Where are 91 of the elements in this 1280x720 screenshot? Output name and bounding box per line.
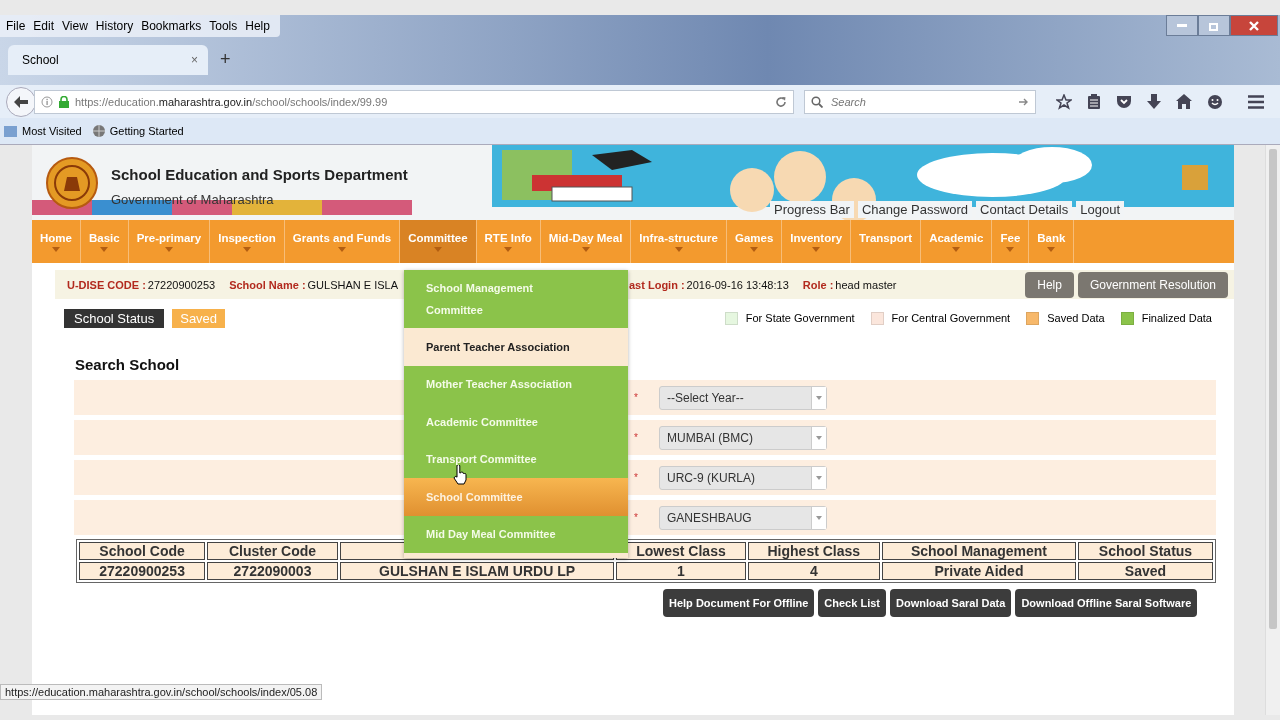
table-cell: Saved xyxy=(1078,562,1213,580)
globe-icon xyxy=(91,124,106,138)
legend-label: For Central Government xyxy=(891,312,1011,324)
department-subtitle: Government of Maharashtra xyxy=(111,192,274,207)
header-link[interactable]: Progress Bar xyxy=(770,201,854,218)
legend-label: Finalized Data xyxy=(1141,312,1212,324)
pocket-icon[interactable] xyxy=(1116,94,1132,109)
required-mark: * xyxy=(634,392,639,403)
scrollbar[interactable] xyxy=(1265,145,1280,715)
table-cell: GULSHAN E ISLAM URDU LP xyxy=(339,562,615,580)
caret-icon xyxy=(816,475,822,480)
browser-tab[interactable]: School × xyxy=(8,45,208,75)
header-link[interactable]: Change Password xyxy=(857,201,973,218)
legend-label: For State Government xyxy=(745,312,855,324)
back-arrow-icon xyxy=(14,95,28,108)
hand-cursor-icon xyxy=(453,465,467,485)
search-icon xyxy=(811,95,823,108)
required-mark: * xyxy=(634,432,639,443)
chat-icon[interactable] xyxy=(1207,93,1223,110)
clipboard-icon[interactable] xyxy=(1087,93,1101,110)
department-title: School Education and Sports Department xyxy=(111,166,408,183)
select-field[interactable]: URC-9 (KURLA) xyxy=(659,465,827,490)
field-value: 27220900253 xyxy=(147,278,216,291)
menu-item[interactable]: Edit xyxy=(29,19,59,33)
menu-item[interactable]: History xyxy=(91,19,138,33)
menu-item[interactable]: View xyxy=(58,19,92,33)
required-mark: * xyxy=(634,512,639,523)
section-title: Search School xyxy=(75,356,180,375)
tab-close-button[interactable]: × xyxy=(191,53,198,67)
field-label: Role : xyxy=(802,278,834,291)
folder-icon xyxy=(4,124,18,138)
required-mark: * xyxy=(634,472,639,483)
download-icon[interactable] xyxy=(1147,93,1161,110)
emblem-icon xyxy=(46,156,98,211)
table-cell: 2722090003 xyxy=(207,562,338,580)
star-icon[interactable] xyxy=(1056,93,1072,110)
menu-item[interactable]: Bookmarks xyxy=(137,19,206,33)
header-button[interactable]: Help xyxy=(1025,271,1074,298)
select-field[interactable]: MUMBAI (BMC) xyxy=(659,425,827,450)
home-icon[interactable] xyxy=(1176,94,1192,109)
caret-icon xyxy=(816,515,822,520)
legend-label: Saved Data xyxy=(1047,312,1105,324)
bookmark[interactable]: Most Visited xyxy=(4,124,82,138)
reload-icon[interactable] xyxy=(775,95,787,108)
menu-item[interactable]: File xyxy=(2,19,30,33)
caret-icon xyxy=(816,435,822,440)
menu-item[interactable]: Tools xyxy=(205,19,242,33)
column-header: School Management xyxy=(881,542,1076,560)
table-cell: Private Aided xyxy=(881,562,1076,580)
bookmark[interactable]: Getting Started xyxy=(91,124,184,138)
lock-icon xyxy=(59,95,69,108)
field-label: U-DISE CODE : xyxy=(67,278,146,291)
status-label: School Status xyxy=(64,308,165,328)
action-button[interactable]: Download Offline Saral Software xyxy=(1015,589,1198,617)
search-input[interactable]: Search xyxy=(829,94,1013,109)
status-badge: Saved xyxy=(172,308,226,328)
close-button[interactable] xyxy=(1230,15,1278,36)
table-cell: 27220900253 xyxy=(79,562,206,580)
restore-icon xyxy=(1209,20,1219,31)
menu-icon[interactable] xyxy=(1248,94,1264,109)
select-field[interactable]: --Select Year-- xyxy=(659,385,827,410)
column-header: School Status xyxy=(1078,542,1213,560)
field-label: ast Login : xyxy=(629,278,685,291)
search-field[interactable]: Search xyxy=(804,89,1036,114)
action-button[interactable]: Check List xyxy=(818,589,886,617)
back-button[interactable] xyxy=(6,86,36,117)
header-button[interactable]: Government Resolution xyxy=(1077,271,1228,298)
column-header: Highest Class xyxy=(747,542,880,560)
select-field[interactable]: GANESHBAUG xyxy=(659,505,827,530)
action-button[interactable]: Help Document For Offline xyxy=(663,589,815,617)
field-value: 2016-09-16 13:48:13 xyxy=(686,278,789,291)
field-value: GULSHAN E ISLA xyxy=(307,278,399,291)
arrow-icon[interactable] xyxy=(1019,96,1029,107)
table-cell: 1 xyxy=(616,562,746,580)
menu-item[interactable]: Parent Teacher Association xyxy=(404,328,628,366)
column-header: Lowest Class xyxy=(616,542,746,560)
minimize-button[interactable] xyxy=(1166,15,1198,36)
field-value: head master xyxy=(835,278,897,291)
action-button[interactable]: Download Saral Data xyxy=(890,589,1012,617)
minimize-icon xyxy=(1177,23,1187,28)
column-header: Cluster Code xyxy=(207,542,338,560)
address-bar[interactable]: https://education.maharashtra.gov.in/school/schools/index/99.99 xyxy=(34,89,794,114)
restore-button[interactable] xyxy=(1198,15,1230,36)
close-icon xyxy=(1249,20,1259,31)
caret-icon xyxy=(816,395,822,400)
new-tab-button[interactable]: + xyxy=(220,49,231,70)
header-link[interactable]: Logout xyxy=(1076,201,1125,218)
table-cell: 4 xyxy=(747,562,880,580)
column-header: School Code xyxy=(79,542,206,560)
menu-item[interactable]: Help xyxy=(241,19,274,33)
field-label: School Name : xyxy=(229,278,306,291)
